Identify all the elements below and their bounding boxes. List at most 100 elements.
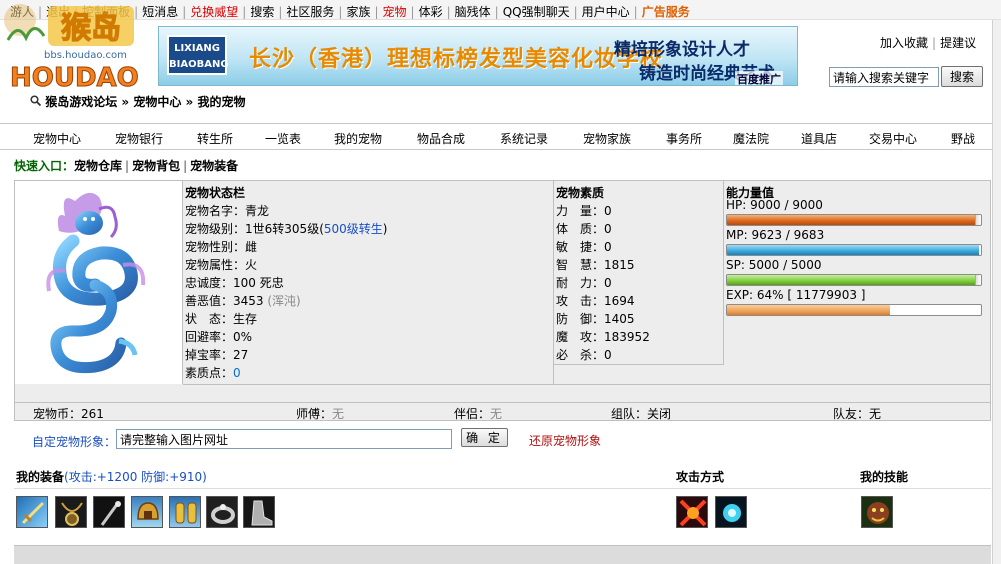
nav-rebirth[interactable]: 转生所 xyxy=(197,130,233,147)
quality-value: 1815 xyxy=(604,258,635,272)
sp-bar-fill xyxy=(727,275,981,285)
svg-text:HOUDAO: HOUDAO xyxy=(10,63,139,92)
mp-bar xyxy=(726,244,982,256)
quality-value: 0 xyxy=(604,240,612,254)
status-title: 宠物状态栏 xyxy=(185,186,246,200)
confirm-button[interactable]: 确 定 xyxy=(461,428,508,447)
pet-image-area xyxy=(15,181,183,384)
status-row: 宠物级别：1世6转305级(500级转生) xyxy=(185,220,387,237)
banner-badge: 百度推广 xyxy=(735,71,783,86)
equip-boots-icon[interactable] xyxy=(243,496,275,528)
separator: | xyxy=(573,5,578,19)
nav-pet-center[interactable]: 宠物中心 xyxy=(33,130,81,147)
quick-pet-bag[interactable]: 宠物背包 xyxy=(132,159,180,173)
equip-ring-icon[interactable] xyxy=(206,496,238,528)
pet-team: 组队：关闭 xyxy=(611,407,672,421)
status-value: 雌 xyxy=(245,240,258,254)
top-link[interactable]: QQ强制聊天 xyxy=(503,5,570,19)
sp-label: SP: 5000 / 5000 xyxy=(726,258,822,272)
status-label: 宠物级别： xyxy=(185,222,246,236)
equip-amulet-icon[interactable] xyxy=(55,496,87,528)
quality-value: 0 xyxy=(604,222,612,236)
equipment-stats: (攻击:+1200 防御:+910) xyxy=(64,470,207,484)
quick-pet-storage[interactable]: 宠物仓库 xyxy=(74,159,122,173)
nav-pet-bank[interactable]: 宠物银行 xyxy=(115,130,163,147)
quality-label: 防 御： xyxy=(556,312,605,326)
top-link[interactable]: 广告服务 xyxy=(642,5,690,19)
mp-bar-fill xyxy=(727,245,980,255)
quality-label: 体 质： xyxy=(556,222,605,236)
nav-office[interactable]: 事务所 xyxy=(666,130,702,147)
suggest-link[interactable]: 提建议 xyxy=(940,36,976,50)
quality-label: 敏 捷： xyxy=(556,240,605,254)
status-label: 宠物性别： xyxy=(185,240,246,254)
top-link[interactable]: 脑残体 xyxy=(455,5,491,19)
dragon-pet-icon xyxy=(46,192,146,374)
pet-panel: 宠物状态栏 宠物素质 能力量值 宠物名字：青龙 宠物级别：1世6转305级(500… xyxy=(14,180,991,403)
nav-magic-hall[interactable]: 魔法院 xyxy=(733,130,769,147)
equip-sword-icon[interactable] xyxy=(16,496,48,528)
quick-entry-label: 快速入口： xyxy=(14,159,75,173)
separator: | xyxy=(182,5,187,19)
breadcrumb-separator: » xyxy=(117,95,134,109)
site-logo[interactable]: 猴岛 bbs.houdao.com HOUDAO xyxy=(4,0,154,94)
scrollbar[interactable] xyxy=(992,20,1001,564)
equip-staff-icon[interactable] xyxy=(93,496,125,528)
top-link[interactable]: 家族 xyxy=(346,5,370,19)
nav-pet-family[interactable]: 宠物家族 xyxy=(583,130,631,147)
separator: | xyxy=(125,159,130,173)
equip-gauntlets-icon[interactable] xyxy=(169,496,201,528)
custom-image-input[interactable] xyxy=(116,429,452,449)
nav-overview[interactable]: 一览表 xyxy=(265,130,301,147)
pet-teammate: 队友：无 xyxy=(833,407,882,421)
separator: | xyxy=(932,36,937,50)
status-row: 宠物名字：青龙 xyxy=(185,202,269,219)
status-value: 火 xyxy=(245,258,258,272)
separator: | xyxy=(633,5,638,19)
hp-label: HP: 9000 / 9000 xyxy=(726,198,823,212)
skill-beast-icon[interactable] xyxy=(861,496,893,528)
separator: | xyxy=(183,159,188,173)
nav-system-log[interactable]: 系统记录 xyxy=(500,130,548,147)
attack-title: 攻击方式 xyxy=(676,470,725,484)
bar-endcap xyxy=(975,275,981,285)
banner-brand-line2: BIAOBANG xyxy=(169,59,229,70)
status-label: 状 态： xyxy=(185,312,234,326)
top-link[interactable]: 用户中心 xyxy=(582,5,630,19)
quick-pet-equipment[interactable]: 宠物装备 xyxy=(190,159,238,173)
top-link[interactable]: 体彩 xyxy=(419,5,443,19)
breadcrumb-forum[interactable]: 猴岛游戏论坛 xyxy=(45,95,117,109)
top-link[interactable]: 搜索 xyxy=(250,5,274,19)
attack-orb-blast-icon[interactable] xyxy=(715,496,747,528)
quality-value: 1694 xyxy=(604,294,635,308)
search-button[interactable]: 搜索 xyxy=(941,66,983,87)
nav-my-pet[interactable]: 我的宠物 xyxy=(334,130,382,147)
breadcrumb-pet-center[interactable]: 宠物中心 xyxy=(133,95,181,109)
breadcrumb-my-pet[interactable]: 我的宠物 xyxy=(197,95,245,109)
nav-item-synthesis[interactable]: 物品合成 xyxy=(417,130,465,147)
top-link[interactable]: 兑换威望 xyxy=(190,5,238,19)
separator: | xyxy=(278,5,283,19)
houdao-logo-icon: 猴岛 bbs.houdao.com HOUDAO xyxy=(4,4,139,94)
quality-value: 0 xyxy=(604,204,612,218)
search-input[interactable] xyxy=(829,67,939,87)
equipment-title: 我的装备 xyxy=(16,470,65,484)
nav-item-shop[interactable]: 道具店 xyxy=(801,130,837,147)
status-row: 善恶值：3453 (浑沌) xyxy=(185,292,301,309)
nav-trade-center[interactable]: 交易中心 xyxy=(869,130,917,147)
attack-flame-strike-icon[interactable] xyxy=(676,496,708,528)
add-favorite-link[interactable]: 加入收藏 xyxy=(880,36,928,50)
top-link[interactable]: 宠物 xyxy=(383,5,407,19)
equip-helmet-icon[interactable] xyxy=(131,496,163,528)
breadcrumb-separator: » xyxy=(181,95,198,109)
quality-value: 1405 xyxy=(604,312,635,326)
nav-field-battle[interactable]: 野战 xyxy=(951,130,975,147)
rebirth-level-link[interactable]: 500级转生 xyxy=(324,222,383,236)
top-link[interactable]: 社区服务 xyxy=(286,5,334,19)
main-nav: 宠物中心 宠物银行 转生所 一览表 我的宠物 物品合成 系统记录 宠物家族 事务… xyxy=(0,123,992,150)
status-row: 宠物属性：火 xyxy=(185,256,257,273)
ad-banner[interactable]: LIXIANG BIAOBANG 长沙（香港）理想标榜发型美容化妆学校 精培形象… xyxy=(158,26,798,86)
status-extra: 0 xyxy=(233,366,241,380)
restore-image-link[interactable]: 还原宠物形象 xyxy=(529,432,601,449)
separator: | xyxy=(374,5,379,19)
